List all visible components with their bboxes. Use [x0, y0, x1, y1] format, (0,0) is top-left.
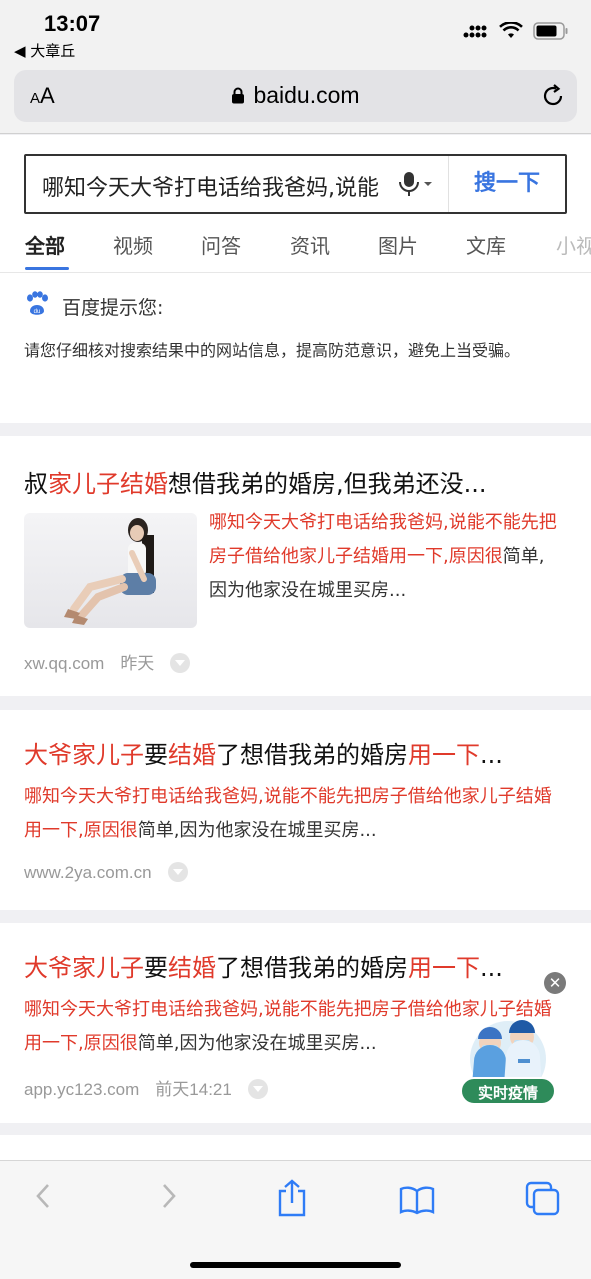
result-card-1[interactable]: 叔家儿子结婚想借我弟的婚房,但我弟还没... 哪知今天大爷打电话给我爸妈,说能不…	[0, 436, 591, 696]
tip-title: 百度提示您:	[62, 297, 164, 319]
safety-tip-card: du 百度提示您: 请您仔细核对搜索结果中的网站信息，提高防范意识，避免上当受骗…	[0, 273, 591, 423]
title-part: 大爷家儿子	[24, 954, 144, 982]
thumbnail-photo	[64, 518, 156, 625]
url-domain: baidu.com	[253, 82, 360, 108]
back-icon[interactable]	[30, 1181, 58, 1211]
tab-news[interactable]: 资讯	[290, 230, 330, 259]
tab-library[interactable]: 文库	[466, 230, 506, 259]
browser-address-area: AA baidu.com	[0, 62, 591, 134]
snippet-part: 简单,因为他家没在城里买房...	[137, 820, 377, 841]
search-button[interactable]: 搜一下	[448, 156, 565, 212]
title-part: 用一下	[408, 954, 480, 982]
title-part: ...	[480, 954, 503, 982]
snippet-part: 简单,因为他家没在城里买房...	[137, 1033, 377, 1054]
forward-icon[interactable]	[154, 1181, 182, 1211]
title-part: 结婚	[168, 954, 216, 982]
tip-body: 请您仔细核对搜索结果中的网站信息，提高防范意识，避免上当受骗。	[24, 341, 521, 360]
tabs-icon[interactable]	[525, 1181, 561, 1217]
back-to-app-link[interactable]: ◀ 大章丘	[14, 40, 75, 61]
baidu-paw-icon: du	[27, 291, 48, 315]
result-meta: www.2ya.com.cn	[24, 862, 188, 883]
tab-qa[interactable]: 问答	[201, 230, 241, 259]
next-result-card	[0, 1135, 591, 1160]
search-input[interactable]: 哪知今天大爷打电话给我爸妈,说能	[42, 170, 402, 202]
result-title[interactable]: 大爷家儿子要结婚了想借我弟的婚房用一下...	[24, 948, 569, 983]
search-header: 哪知今天大爷打电话给我爸妈,说能 搜一下 全部 视频 问答 资讯 图片 文库 小…	[0, 135, 591, 272]
clock: 13:07	[44, 11, 101, 36]
result-snippet: 哪知今天大爷打电话给我爸妈,说能不能先把房子借给他家儿子结婚用一下,原因很简单,…	[24, 780, 569, 848]
tab-video[interactable]: 视频	[113, 230, 153, 259]
title-part: 用一下	[408, 741, 480, 769]
result-site: app.yc123.com	[24, 1080, 140, 1099]
wifi-icon	[499, 22, 523, 38]
result-date: 昨天	[120, 654, 155, 673]
svg-text:du: du	[34, 309, 41, 315]
result-site: xw.qq.com	[24, 654, 105, 673]
battery-icon	[533, 22, 568, 40]
bookmarks-icon[interactable]	[399, 1185, 435, 1215]
close-icon[interactable]: ✕	[544, 972, 566, 994]
result-title[interactable]: 大爷家儿子要结婚了想借我弟的婚房用一下...	[24, 735, 569, 770]
title-part: 要	[144, 741, 168, 769]
doctors-icon	[470, 1020, 546, 1097]
tab-all[interactable]: 全部	[25, 230, 65, 259]
chevron-down-icon[interactable]	[167, 862, 188, 882]
title-part: 大爷家儿子	[24, 741, 144, 769]
chevron-down-icon[interactable]	[247, 1079, 268, 1099]
result-thumbnail[interactable]	[24, 513, 197, 628]
chevron-down-icon[interactable]	[170, 653, 191, 673]
url-display[interactable]: baidu.com	[14, 82, 577, 109]
title-part: 家儿子结婚	[48, 470, 168, 498]
share-icon[interactable]	[276, 1179, 308, 1217]
result-site: www.2ya.com.cn	[24, 863, 152, 882]
result-date: 前天14:21	[155, 1080, 232, 1099]
title-part: 想借我弟的婚房,但我弟还没...	[168, 470, 487, 498]
home-indicator	[190, 1262, 401, 1268]
microphone-icon[interactable]	[394, 170, 434, 198]
status-icons	[463, 22, 569, 40]
search-box: 哪知今天大爷打电话给我爸妈,说能 搜一下	[24, 154, 567, 214]
title-part: 结婚	[168, 741, 216, 769]
result-meta: app.yc123.com 前天14:21	[24, 1075, 268, 1100]
result-card-2[interactable]: 大爷家儿子要结婚了想借我弟的婚房用一下... 哪知今天大爷打电话给我爸妈,说能不…	[0, 710, 591, 910]
tab-mini-video[interactable]: 小视	[556, 230, 591, 259]
title-part: 了想借我弟的婚房	[216, 741, 408, 769]
title-part: 了想借我弟的婚房	[216, 954, 408, 982]
reload-icon[interactable]	[539, 82, 567, 110]
epidemic-badge[interactable]: 实时疫情	[456, 1015, 560, 1111]
signal-icon	[463, 25, 487, 38]
result-snippet: 哪知今天大爷打电话给我爸妈,说能不能先把房子借给他家儿子结婚用一下,原因很简单,…	[209, 506, 559, 608]
tab-images[interactable]: 图片	[378, 230, 418, 259]
title-part: 要	[144, 954, 168, 982]
address-bar[interactable]: AA baidu.com	[14, 70, 577, 122]
lock-icon	[232, 87, 245, 104]
epidemic-label[interactable]: 实时疫情	[460, 1077, 556, 1105]
result-meta: xw.qq.com 昨天	[24, 649, 191, 674]
title-part: 叔	[24, 470, 48, 498]
status-bar: 13:07 ◀ 大章丘	[0, 0, 591, 62]
title-part: ...	[480, 741, 503, 769]
search-tabs: 全部 视频 问答 资讯 图片 文库 小视	[0, 230, 591, 272]
result-title[interactable]: 叔家儿子结婚想借我弟的婚房,但我弟还没...	[24, 464, 569, 499]
active-tab-indicator	[25, 267, 69, 270]
